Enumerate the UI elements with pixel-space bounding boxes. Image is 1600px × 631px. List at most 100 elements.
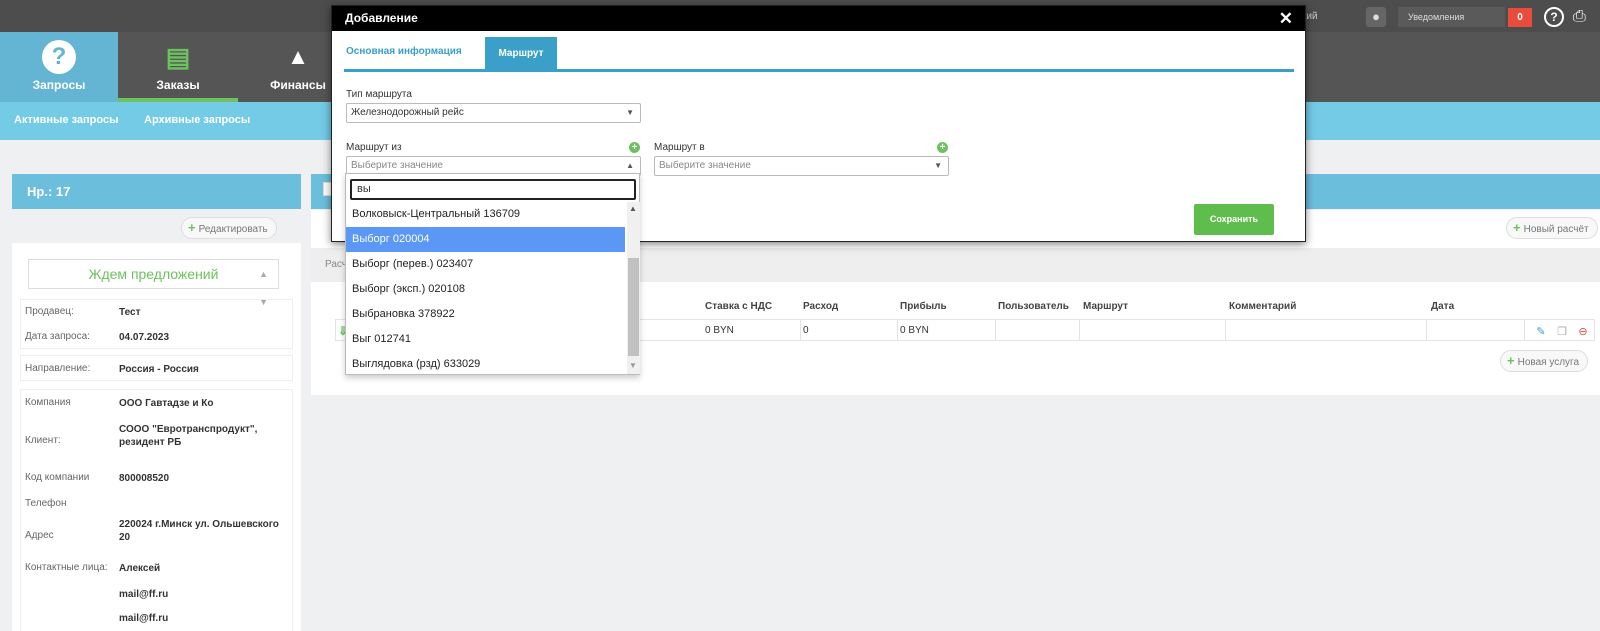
monitor-icon: ▤ bbox=[165, 42, 191, 72]
dialog-title-bar: Добавление ✕ bbox=[332, 6, 1305, 31]
route-type-select[interactable]: Железнодорожный рейс ▼ bbox=[346, 103, 641, 123]
plus-icon: + bbox=[1507, 353, 1515, 368]
contact-email: mail@ff.ru bbox=[119, 613, 169, 624]
status-select[interactable]: Ждем предложений ▲ ▼ bbox=[28, 259, 279, 307]
dropdown-search-input[interactable]: вы bbox=[350, 179, 636, 200]
info-value: Россия - Россия bbox=[119, 364, 199, 375]
info-key: Клиент: bbox=[25, 435, 61, 446]
new-service-button[interactable]: + Новая услуга bbox=[1500, 350, 1589, 372]
info-value: 220024 г.Минск ул. Ольшевского 20 bbox=[119, 519, 279, 543]
col-header: Маршрут bbox=[1083, 301, 1129, 312]
new-service-label: Новая услуга bbox=[1517, 357, 1580, 368]
info-value: 04.07.2023 bbox=[119, 332, 170, 343]
chart-board-icon: ▲ bbox=[287, 44, 309, 69]
nav-requests[interactable]: ? Запросы bbox=[0, 32, 118, 102]
cell-rate: 0 BYN bbox=[705, 325, 734, 336]
info-row-seller-date: Продавец: Тест Дата запроса: 04.07.2023 bbox=[20, 299, 293, 349]
cell-divider bbox=[1426, 320, 1427, 340]
dropdown-option[interactable]: Выборг (эксп.) 020108 bbox=[346, 277, 625, 302]
col-header: Комментарий bbox=[1229, 301, 1297, 312]
tab-basic-info[interactable]: Основная информация bbox=[346, 46, 462, 57]
cell-divider bbox=[897, 320, 898, 340]
dropdown-option[interactable]: Выг 012741 bbox=[346, 327, 625, 352]
delete-icon[interactable]: ⊖ bbox=[1577, 326, 1589, 338]
route-to-placeholder: Выберите значение bbox=[659, 160, 751, 171]
dropdown-option-highlighted[interactable]: Выборг 020004 bbox=[346, 227, 625, 252]
request-info-panel: Ждем предложений ▲ ▼ Продавец: Тест Дата … bbox=[12, 243, 301, 631]
tab-underline bbox=[344, 69, 1294, 72]
info-key: Компания bbox=[25, 397, 71, 408]
add-route-from-icon[interactable]: + bbox=[629, 142, 640, 153]
edit-button[interactable]: + Редактировать bbox=[181, 217, 277, 239]
dropdown-option[interactable]: Выглядовка (рзд) 633029 bbox=[346, 352, 625, 377]
cell-divider bbox=[1225, 320, 1226, 340]
info-value: СООО "Евротранспродукт", резидент РБ bbox=[119, 424, 258, 448]
info-key: Адрес bbox=[25, 530, 54, 541]
info-row-direction: Направление: Россия - Россия bbox=[20, 355, 293, 381]
cell-divider bbox=[995, 320, 996, 340]
new-calculation-button[interactable]: + Новый расчёт bbox=[1506, 217, 1598, 239]
route-to-select[interactable]: Выберите значение ▼ bbox=[654, 156, 949, 176]
info-key: Направление: bbox=[25, 363, 91, 374]
info-key: Телефон bbox=[25, 498, 67, 509]
add-route-to-icon[interactable]: + bbox=[937, 142, 948, 153]
save-button[interactable]: Сохранить bbox=[1194, 204, 1274, 235]
printer-icon[interactable]: ⎙ bbox=[1573, 7, 1593, 27]
subnav-active-requests[interactable]: Активные запросы bbox=[14, 114, 118, 126]
info-value: Тест bbox=[119, 307, 141, 318]
col-header: Ставка с НДС bbox=[705, 301, 773, 312]
info-row-company-block: Компания ООО Гавтадзе и Ко Клиент: СООО … bbox=[20, 389, 293, 631]
copy-icon[interactable]: ❐ bbox=[1556, 326, 1568, 338]
cell-divider bbox=[800, 320, 801, 340]
caret-down-icon: ▼ bbox=[626, 108, 634, 117]
cell-divider bbox=[1079, 320, 1080, 340]
speech-bubble-icon: ? bbox=[42, 40, 76, 74]
route-type-value: Железнодорожный рейс bbox=[351, 107, 464, 118]
route-type-label: Тип маршрута bbox=[346, 89, 412, 100]
edit-button-label: Редактировать bbox=[198, 224, 268, 235]
cell-divider bbox=[1524, 320, 1525, 340]
info-key: Дата запроса: bbox=[25, 331, 90, 342]
dialog-title: Добавление bbox=[345, 11, 418, 25]
globe-icon[interactable]: ● bbox=[1366, 7, 1386, 27]
col-header: Дата bbox=[1431, 301, 1455, 312]
col-header: Прибыль bbox=[900, 301, 947, 312]
calculation-strip-label: Расч bbox=[325, 259, 347, 270]
nav-orders[interactable]: ▤ Заказы bbox=[118, 32, 238, 102]
status-value: Ждем предложений bbox=[88, 266, 219, 282]
notifications-count-badge[interactable]: 0 bbox=[1508, 8, 1532, 27]
scroll-thumb[interactable] bbox=[628, 258, 639, 356]
col-header: Расход bbox=[803, 301, 839, 312]
edit-icon[interactable]: ✎ bbox=[1535, 326, 1547, 338]
dropdown-option[interactable]: Выборг (перев.) 023407 bbox=[346, 252, 625, 277]
help-icon[interactable]: ? bbox=[1544, 7, 1564, 27]
dropdown-scrollbar[interactable]: ▲ ▼ bbox=[627, 202, 640, 374]
scroll-down-icon[interactable]: ▼ bbox=[629, 361, 637, 370]
nav-orders-label: Заказы bbox=[156, 78, 200, 92]
dropdown-option[interactable]: Выбрановка 378922 bbox=[346, 302, 625, 327]
plus-icon: + bbox=[1513, 220, 1521, 235]
notifications-field[interactable]: Уведомления bbox=[1398, 7, 1505, 27]
info-key: Контактные лица: bbox=[25, 562, 108, 573]
dropdown-option[interactable]: Волковыск-Центральный 136709 bbox=[346, 202, 625, 227]
close-icon[interactable]: ✕ bbox=[1279, 9, 1293, 28]
info-value: Алексей bbox=[119, 563, 161, 574]
request-number-header: Нр.: 17 bbox=[12, 174, 301, 209]
contact-email: mail@ff.ru bbox=[119, 589, 169, 600]
info-value: ООО Гавтадзе и Ко bbox=[119, 398, 214, 409]
new-calculation-label: Новый расчёт bbox=[1523, 224, 1589, 235]
info-value: 800008520 bbox=[119, 473, 170, 484]
route-to-label: Маршрут в bbox=[654, 142, 705, 153]
tab-route[interactable]: Маршрут bbox=[485, 37, 557, 71]
route-from-placeholder: Выберите значение bbox=[351, 160, 443, 171]
info-key: Продавец: bbox=[25, 306, 74, 317]
cell-expense: 0 bbox=[803, 325, 809, 336]
subnav-archive-requests[interactable]: Архивные запросы bbox=[144, 114, 250, 126]
scroll-up-icon[interactable]: ▲ bbox=[629, 204, 637, 213]
col-header: Пользователь bbox=[998, 301, 1069, 312]
nav-finance-label: Финансы bbox=[270, 78, 326, 92]
route-from-label: Маршрут из bbox=[346, 142, 402, 153]
info-key: Код компании bbox=[25, 472, 90, 483]
route-from-dropdown: вы Волковыск-Центральный 136709 Выборг 0… bbox=[345, 173, 640, 375]
cell-profit: 0 BYN bbox=[900, 325, 929, 336]
